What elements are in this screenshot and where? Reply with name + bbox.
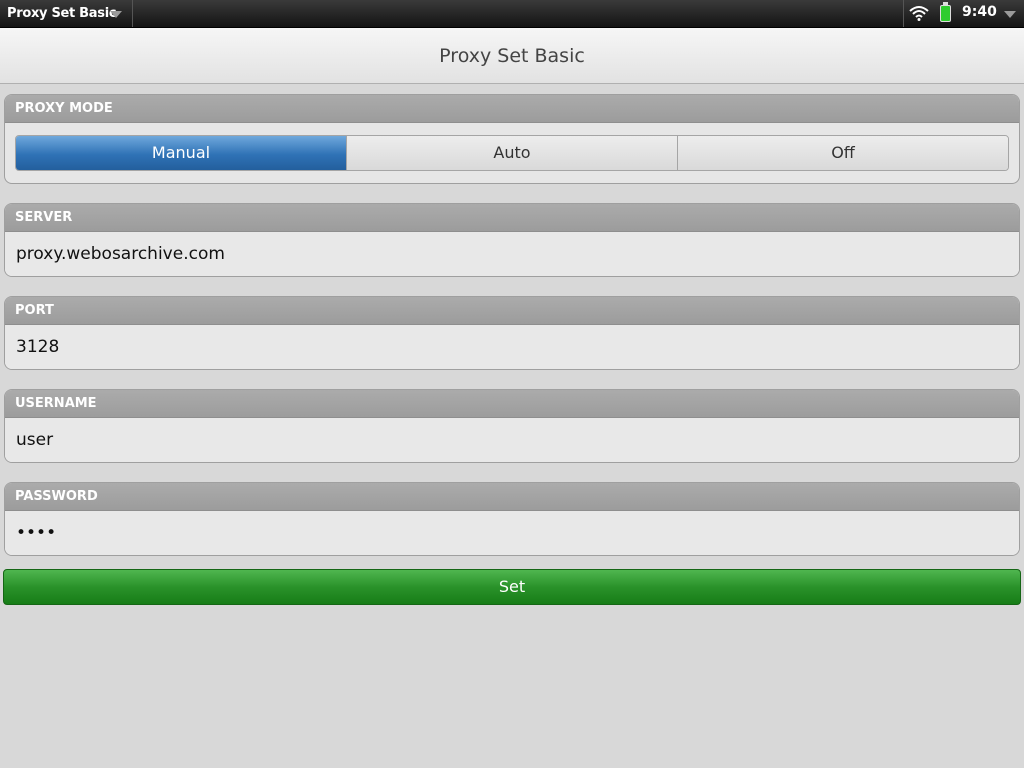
server-group: SERVER proxy.webosarchive.com: [4, 203, 1020, 277]
username-label: USERNAME: [5, 390, 1019, 418]
proxy-mode-label: PROXY MODE: [5, 95, 1019, 123]
server-input[interactable]: proxy.webosarchive.com: [5, 232, 1019, 276]
password-input[interactable]: ••••: [5, 511, 1019, 555]
username-input[interactable]: user: [5, 418, 1019, 462]
mode-off-button[interactable]: Off: [677, 136, 1008, 170]
port-input[interactable]: 3128: [5, 325, 1019, 369]
app-menu[interactable]: Proxy Set Basic: [0, 0, 133, 27]
system-menu-chevron-down-icon[interactable]: [1004, 11, 1016, 18]
password-group: PASSWORD ••••: [4, 482, 1020, 556]
system-menu[interactable]: 9:40: [903, 0, 1024, 27]
clock: 9:40: [962, 4, 997, 20]
set-button[interactable]: Set: [3, 569, 1021, 605]
proxy-mode-group: PROXY MODE Manual Auto Off: [4, 94, 1020, 184]
port-group: PORT 3128: [4, 296, 1020, 370]
port-label: PORT: [5, 297, 1019, 325]
status-bar: Proxy Set Basic 9:40: [0, 0, 1024, 28]
battery-icon: [940, 2, 951, 22]
mode-manual-button[interactable]: Manual: [16, 136, 346, 170]
page-title: Proxy Set Basic: [439, 44, 585, 67]
server-label: SERVER: [5, 204, 1019, 232]
proxy-mode-selector: Manual Auto Off: [15, 135, 1009, 171]
page-header: Proxy Set Basic: [0, 28, 1024, 84]
app-menu-chevron-down-icon[interactable]: [110, 11, 122, 18]
app-menu-name[interactable]: Proxy Set Basic: [7, 6, 117, 21]
mode-auto-button[interactable]: Auto: [346, 136, 677, 170]
username-group: USERNAME user: [4, 389, 1020, 463]
wifi-icon: [909, 6, 929, 21]
password-label: PASSWORD: [5, 483, 1019, 511]
